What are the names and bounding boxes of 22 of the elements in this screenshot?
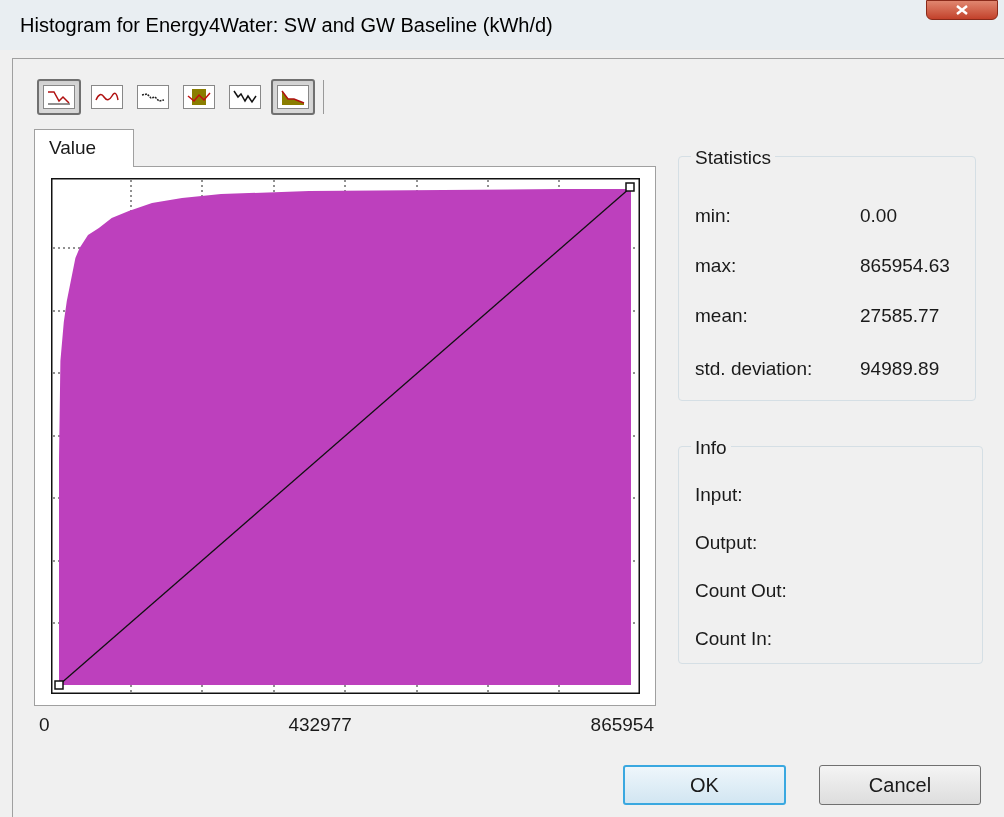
stat-value: 0.00 bbox=[860, 203, 897, 228]
info-label: Count Out: bbox=[695, 578, 787, 603]
tab[interactable]: Value bbox=[34, 129, 134, 167]
stat-label: std. deviation: bbox=[695, 356, 814, 381]
stat-value: 94989.89 bbox=[860, 356, 940, 381]
info-label: Count In: bbox=[695, 626, 773, 651]
window-title: Histogram for Energy4Water: SW and GW Baseline (kWh/d) bbox=[20, 13, 553, 38]
stat-label: mean: bbox=[695, 303, 749, 328]
info-label: Output: bbox=[695, 530, 758, 555]
stat-value: 27585.77 bbox=[860, 303, 940, 328]
info-label: Input: bbox=[695, 482, 743, 507]
close-icon bbox=[955, 5, 969, 15]
close-button[interactable] bbox=[926, 0, 998, 20]
dialog-button[interactable]: Cancel bbox=[819, 765, 981, 805]
axis-label: 432977 bbox=[288, 713, 352, 737]
stat-label: min: bbox=[695, 203, 732, 228]
axis-label: 865954 bbox=[590, 713, 654, 737]
axis-label: 0 bbox=[39, 713, 50, 737]
stat-value: 865954.63 bbox=[860, 253, 950, 278]
stat-label: max: bbox=[695, 253, 738, 278]
band-chart-icon bbox=[185, 87, 213, 107]
dialog-button[interactable]: OK bbox=[623, 765, 786, 805]
